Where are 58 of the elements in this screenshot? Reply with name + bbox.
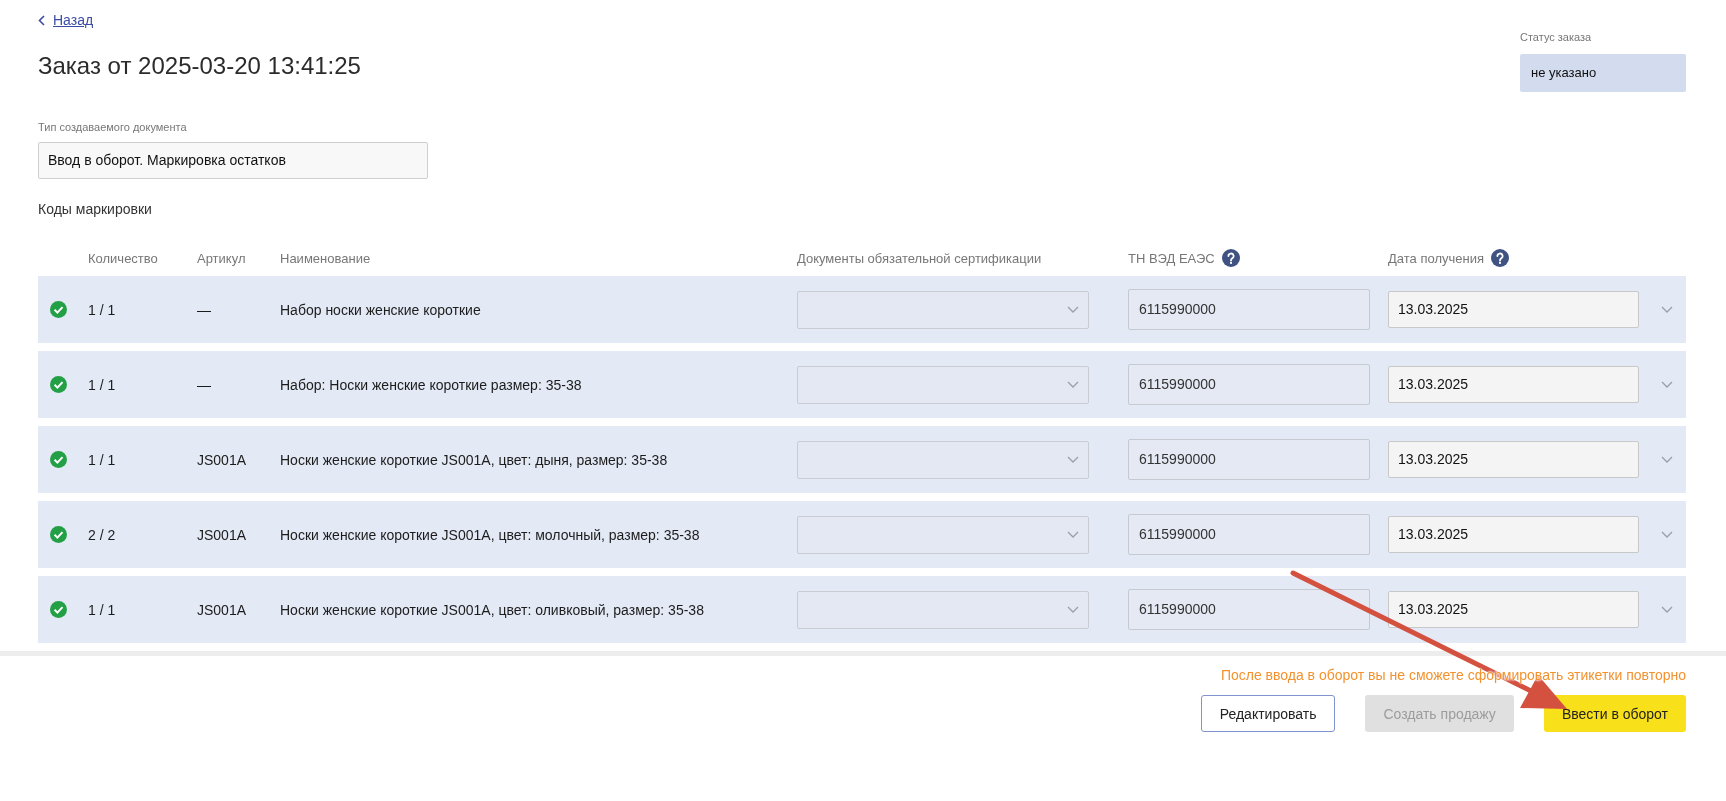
chevron-down-icon[interactable] xyxy=(1660,531,1673,538)
tnved-field[interactable]: 6115990000 xyxy=(1128,514,1370,555)
document-type-label: Тип создаваемого документа xyxy=(38,120,187,134)
back-link[interactable]: Назад xyxy=(38,10,94,30)
chevron-down-icon xyxy=(1067,456,1079,463)
tnved-field[interactable]: 6115990000 xyxy=(1128,589,1370,630)
quantity-text: 1 / 1 xyxy=(88,601,116,618)
column-header: Дата получения xyxy=(1388,250,1484,266)
column-header: ТН ВЭД ЕАЭС xyxy=(1128,250,1215,266)
page-title: Заказ от 2025-03-20 13:41:25 xyxy=(38,51,361,81)
help-icon[interactable] xyxy=(1490,249,1509,267)
column-header: Количество xyxy=(88,250,158,266)
tnved-field[interactable]: 6115990000 xyxy=(1128,289,1370,330)
help-icon[interactable] xyxy=(1221,249,1240,267)
date-field[interactable]: 13.03.2025 xyxy=(1388,516,1639,553)
article-text: JS001A xyxy=(197,601,247,618)
edit-button[interactable]: Редактировать xyxy=(1200,695,1336,732)
article-text: JS001A xyxy=(197,526,247,543)
chevron-down-icon xyxy=(1067,381,1079,388)
submit-button[interactable]: Ввести в оборот xyxy=(1543,695,1686,732)
date-field[interactable]: 13.03.2025 xyxy=(1388,366,1639,403)
date-field[interactable]: 13.03.2025 xyxy=(1388,441,1639,478)
product-name: Носки женские короткие JS001A, цвет: молочный, размер: 35-38 xyxy=(280,526,700,543)
article-text: — xyxy=(197,376,211,393)
column-header: Документы обязательной сертификации xyxy=(797,250,1042,266)
chevron-down-icon xyxy=(1067,531,1079,538)
chevron-left-icon xyxy=(38,14,45,26)
product-name: Носки женские короткие JS001A, цвет: дыня, размер: 35-38 xyxy=(280,451,668,468)
chevron-down-icon xyxy=(1067,306,1079,313)
quantity-text: 1 / 1 xyxy=(88,451,116,468)
date-field[interactable]: 13.03.2025 xyxy=(1388,591,1639,628)
tnved-field[interactable]: 6115990000 xyxy=(1128,364,1370,405)
certification-select[interactable] xyxy=(797,440,1089,479)
section-title: Коды маркировки xyxy=(38,200,152,218)
tnved-field[interactable]: 6115990000 xyxy=(1128,439,1370,480)
chevron-down-icon[interactable] xyxy=(1660,456,1673,463)
document-type-field[interactable]: Ввод в оборот. Маркировка остатков xyxy=(38,142,428,179)
certification-select[interactable] xyxy=(797,590,1089,629)
product-name: Носки женские короткие JS001A, цвет: оливковый, размер: 35-38 xyxy=(280,601,704,618)
chevron-down-icon[interactable] xyxy=(1660,306,1673,313)
column-header: Артикул xyxy=(197,250,246,266)
chevron-down-icon xyxy=(1067,606,1079,613)
order-status-field: не указано xyxy=(1520,54,1686,92)
date-field[interactable]: 13.03.2025 xyxy=(1388,291,1639,328)
quantity-text: 2 / 2 xyxy=(88,526,116,543)
certification-select[interactable] xyxy=(797,515,1089,554)
column-header: Наименование xyxy=(280,250,371,266)
article-text: — xyxy=(197,301,211,318)
quantity-text: 1 / 1 xyxy=(88,301,116,318)
chevron-down-icon[interactable] xyxy=(1660,381,1673,388)
certification-select[interactable] xyxy=(797,290,1089,329)
order-status-label: Статус заказа xyxy=(1520,30,1593,44)
chevron-down-icon[interactable] xyxy=(1660,606,1673,613)
certification-select[interactable] xyxy=(797,365,1089,404)
quantity-text: 1 / 1 xyxy=(88,376,116,393)
product-name: Набор: Носки женские короткие размер: 35-38 xyxy=(280,376,582,393)
article-text: JS001A xyxy=(197,451,247,468)
product-name: Набор носки женские короткие xyxy=(280,301,481,318)
